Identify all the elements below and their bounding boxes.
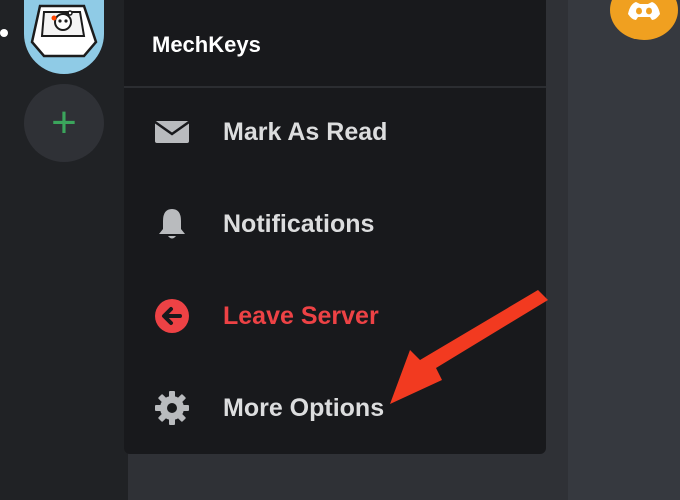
plus-icon: + (51, 98, 77, 147)
discord-logo-icon[interactable] (610, 0, 678, 40)
selected-server-indicator (0, 29, 8, 37)
menu-item-label: Mark As Read (223, 117, 388, 146)
menu-item-more-options[interactable]: More Options (124, 373, 546, 443)
discord-glyph (628, 2, 660, 20)
bell-icon (154, 206, 190, 242)
menu-divider (124, 86, 546, 88)
gear-icon (154, 390, 190, 426)
menu-item-label: More Options (223, 393, 385, 422)
main-divider (568, 0, 594, 500)
envelope-icon (154, 114, 190, 150)
add-server-button[interactable]: + (24, 84, 104, 162)
menu-item-label: Notifications (223, 209, 375, 238)
menu-server-name: MechKeys (152, 32, 261, 57)
menu-item-mark-as-read[interactable]: Mark As Read (124, 97, 546, 167)
menu-item-leave-server[interactable]: Leave Server (124, 281, 546, 351)
server-rail (0, 0, 128, 500)
main-panel (594, 0, 680, 500)
menu-item-label: Leave Server (223, 301, 379, 330)
server-context-menu: MechKeys Mark As Read Notifications Leav… (124, 0, 546, 454)
menu-item-notifications[interactable]: Notifications (124, 189, 546, 259)
leave-arrow-icon (154, 298, 190, 334)
